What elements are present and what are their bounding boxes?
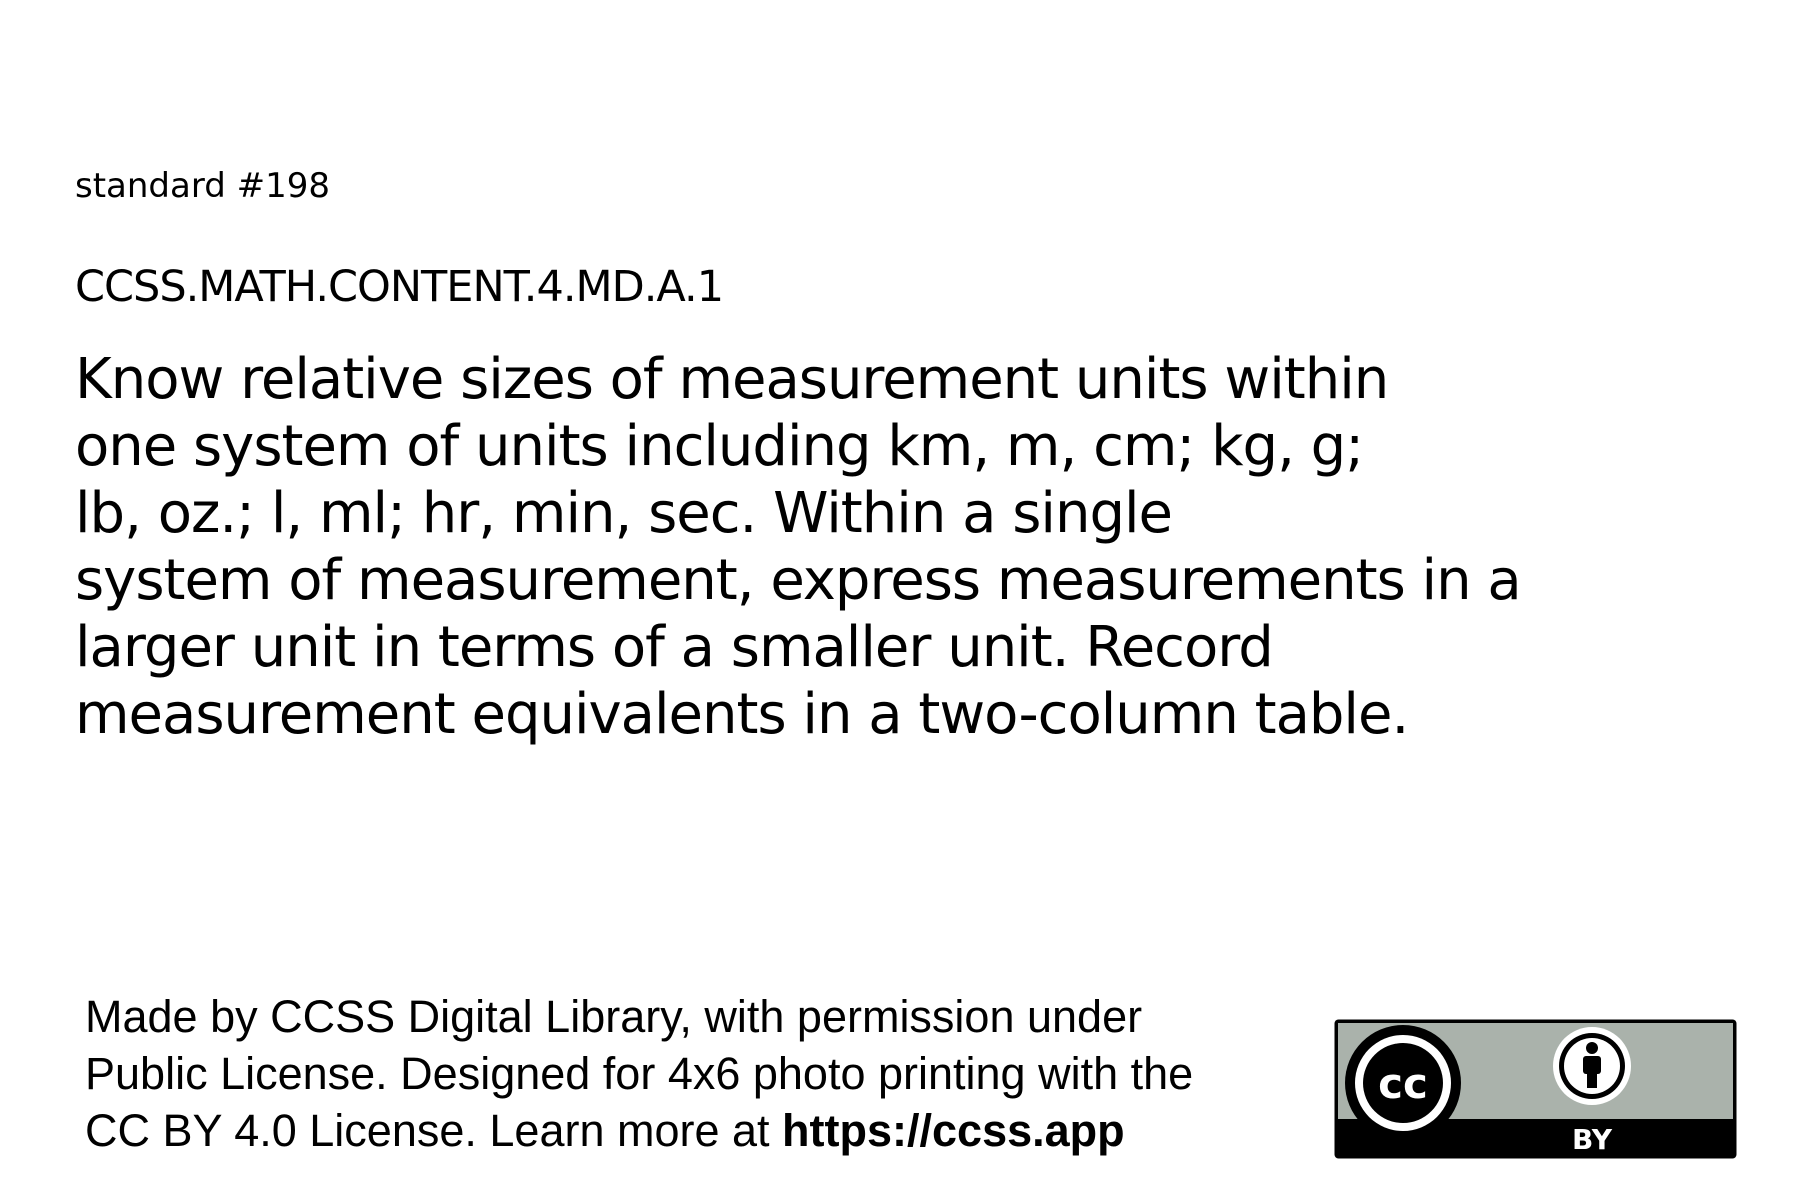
standard-description-line: lb, oz.; l, ml; hr, min, sec. Within a s… — [75, 481, 1173, 546]
standard-description: Know relative sizes of measurement units… — [75, 346, 1522, 748]
cc-icon-label: cc — [1378, 1059, 1428, 1108]
standard-description-line: system of measurement, express measureme… — [75, 548, 1522, 613]
standard-description-line: Know relative sizes of measurement units… — [75, 347, 1389, 412]
standard-description-line: larger unit in terms of a smaller unit. … — [75, 615, 1274, 680]
standard-description-line: measurement equivalents in a two-column … — [75, 682, 1409, 747]
attribution-line: CC BY 4.0 License. Learn more at https:/… — [85, 1102, 1193, 1159]
attribution-person-icon — [1553, 1027, 1631, 1105]
cc-icon: cc — [1345, 1025, 1461, 1141]
standard-description-line: one system of units including km, m, cm;… — [75, 414, 1364, 479]
cc-by-badge-graphic: cc BY — [1334, 1019, 1737, 1159]
attribution-line: Made by CCSS Digital Library, with permi… — [85, 991, 1143, 1042]
standard-code: CCSS.MATH.CONTENT.4.MD.A.1 — [75, 262, 724, 312]
ccss-app-link[interactable]: https://ccss.app — [782, 1105, 1125, 1156]
standard-number: standard #198 — [75, 166, 330, 206]
attribution-line-prefix: CC BY 4.0 License. Learn more at — [85, 1105, 783, 1156]
by-label: BY — [1572, 1123, 1613, 1156]
attribution-text: Made by CCSS Digital Library, with permi… — [85, 988, 1193, 1159]
attribution-line: Public License. Designed for 4x6 photo p… — [85, 1048, 1194, 1099]
cc-by-license-badge[interactable]: cc BY — [1333, 1018, 1738, 1160]
